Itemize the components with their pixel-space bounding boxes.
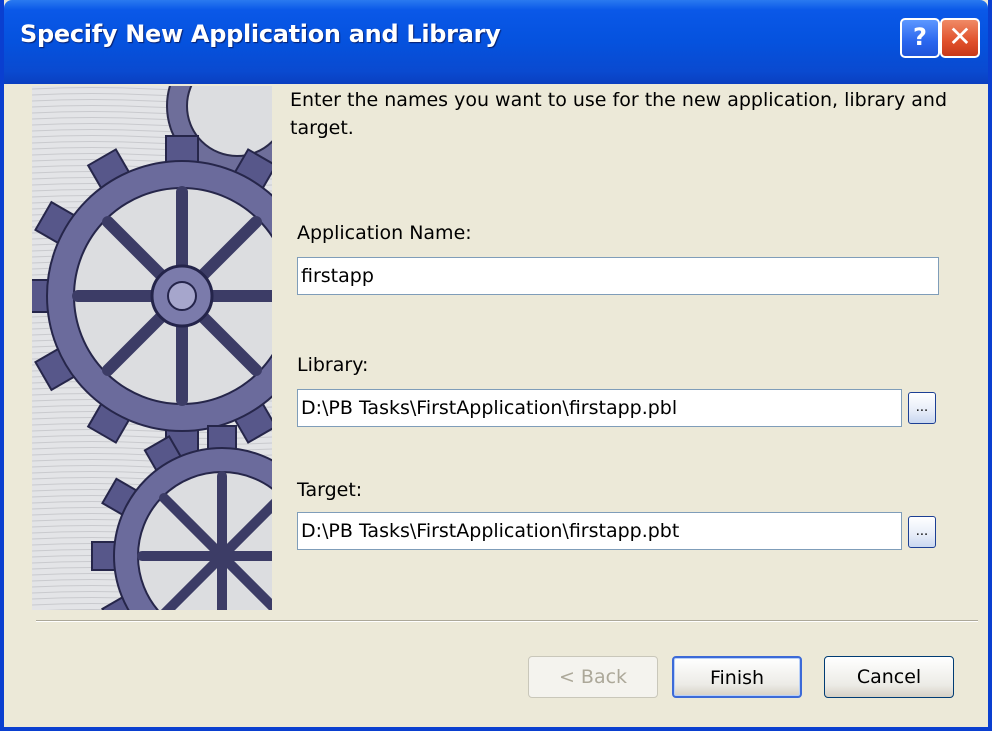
target-field[interactable]: D:\PB Tasks\FirstApplication\firstapp.pb… [297, 512, 902, 550]
window-title: Specify New Application and Library [20, 20, 501, 48]
close-button[interactable]: ✕ [940, 18, 980, 58]
back-button[interactable]: < Back [528, 656, 658, 698]
target-label: Target: [297, 479, 363, 501]
dialog-window: Specify New Application and Library ? ✕ [0, 0, 992, 731]
separator [36, 620, 978, 622]
gear-illustration [32, 86, 272, 610]
application-name-label: Application Name: [297, 222, 472, 244]
library-field[interactable]: D:\PB Tasks\FirstApplication\firstapp.pb… [297, 389, 902, 427]
finish-button[interactable]: Finish [672, 656, 802, 698]
target-browse-button[interactable]: ... [908, 516, 936, 548]
cancel-button[interactable]: Cancel [824, 656, 954, 698]
library-label: Library: [297, 354, 369, 376]
application-name-field[interactable]: firstapp [297, 257, 939, 295]
library-browse-button[interactable]: ... [908, 392, 936, 424]
title-bar[interactable]: Specify New Application and Library ? ✕ [4, 0, 988, 84]
intro-text: Enter the names you want to use for the … [290, 89, 948, 139]
gear-image [32, 86, 272, 610]
help-button[interactable]: ? [900, 18, 940, 58]
